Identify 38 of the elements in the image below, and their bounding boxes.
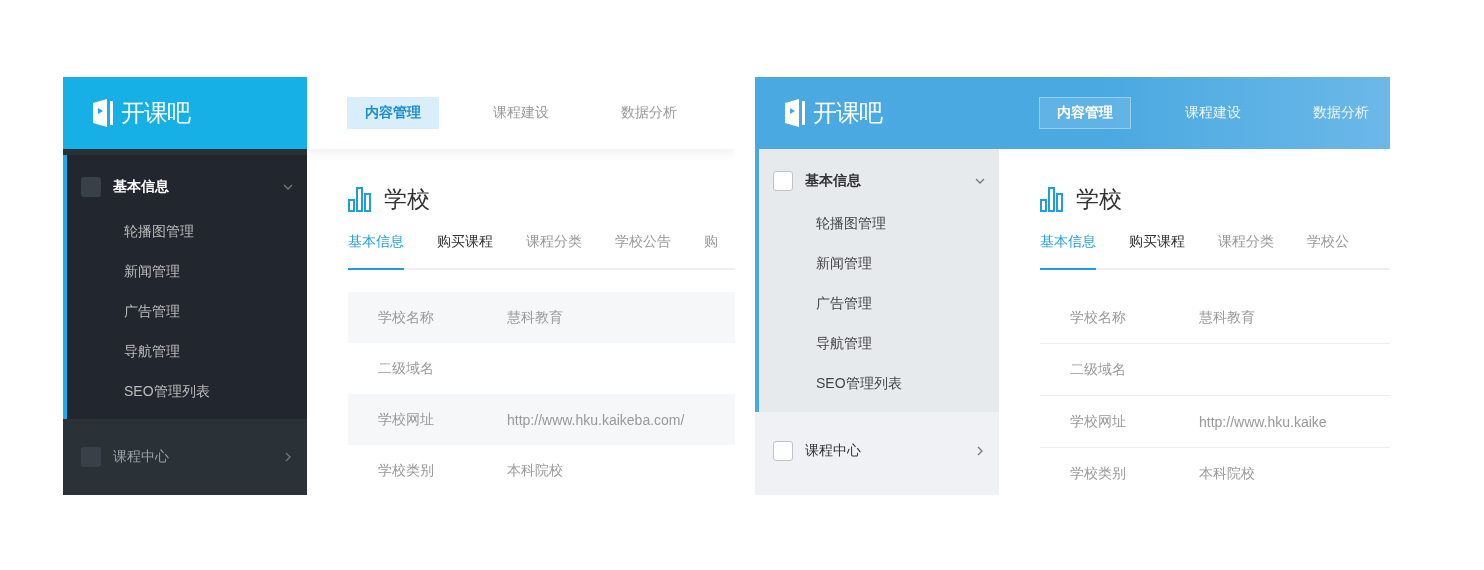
logo-text: 开课吧 — [121, 98, 190, 128]
field-label: 学校网址 — [377, 410, 435, 429]
field-label: 学校网址 — [1069, 412, 1127, 431]
tab[interactable]: 购买课程 — [1129, 223, 1185, 270]
menu-group-label[interactable]: 课程中心 — [805, 442, 963, 460]
menu-item[interactable]: 新闻管理 — [67, 251, 307, 291]
logo-icon — [785, 99, 807, 127]
bar-chart-icon — [348, 186, 374, 212]
menu-group-label[interactable]: 课程中心 — [113, 448, 271, 466]
field-value: 本科院校 — [507, 461, 563, 480]
menu-item[interactable]: SEO管理列表 — [759, 363, 999, 403]
logo-text: 开课吧 — [813, 98, 882, 128]
menu-item[interactable]: 广告管理 — [759, 283, 999, 323]
field-value: 慧科教育 — [507, 308, 563, 327]
menu-item[interactable]: SEO管理列表 — [67, 371, 307, 411]
menu-item[interactable]: 广告管理 — [67, 291, 307, 331]
menu-item[interactable]: 新闻管理 — [759, 243, 999, 283]
field-label: 学校名称 — [1069, 308, 1127, 327]
field-label: 学校类别 — [1069, 464, 1127, 483]
field-value: 慧科教育 — [1199, 308, 1255, 327]
menu-group-label[interactable]: 基本信息 — [805, 172, 963, 190]
menu-group-label[interactable]: 基本信息 — [113, 178, 271, 196]
field-label: 学校名称 — [377, 308, 435, 327]
page-title: 学校 — [384, 184, 430, 214]
menu-item[interactable]: 导航管理 — [759, 323, 999, 363]
tab[interactable]: 购买课程 — [437, 223, 493, 270]
field-label: 二级域名 — [377, 359, 435, 378]
field-value: 本科院校 — [1199, 464, 1255, 483]
menu-item[interactable]: 轮播图管理 — [759, 203, 999, 243]
bar-chart-icon — [1040, 186, 1066, 212]
menu-item[interactable]: 导航管理 — [67, 331, 307, 371]
logo-icon — [93, 99, 115, 127]
menu-item[interactable]: 轮播图管理 — [67, 211, 307, 251]
field-label: 学校类别 — [377, 461, 435, 480]
field-value: http://www.hku.kaike — [1199, 413, 1327, 430]
page-title: 学校 — [1076, 184, 1122, 214]
field-value: http://www.hku.kaikeba.com/ — [507, 411, 685, 428]
field-label: 二级域名 — [1069, 360, 1127, 379]
